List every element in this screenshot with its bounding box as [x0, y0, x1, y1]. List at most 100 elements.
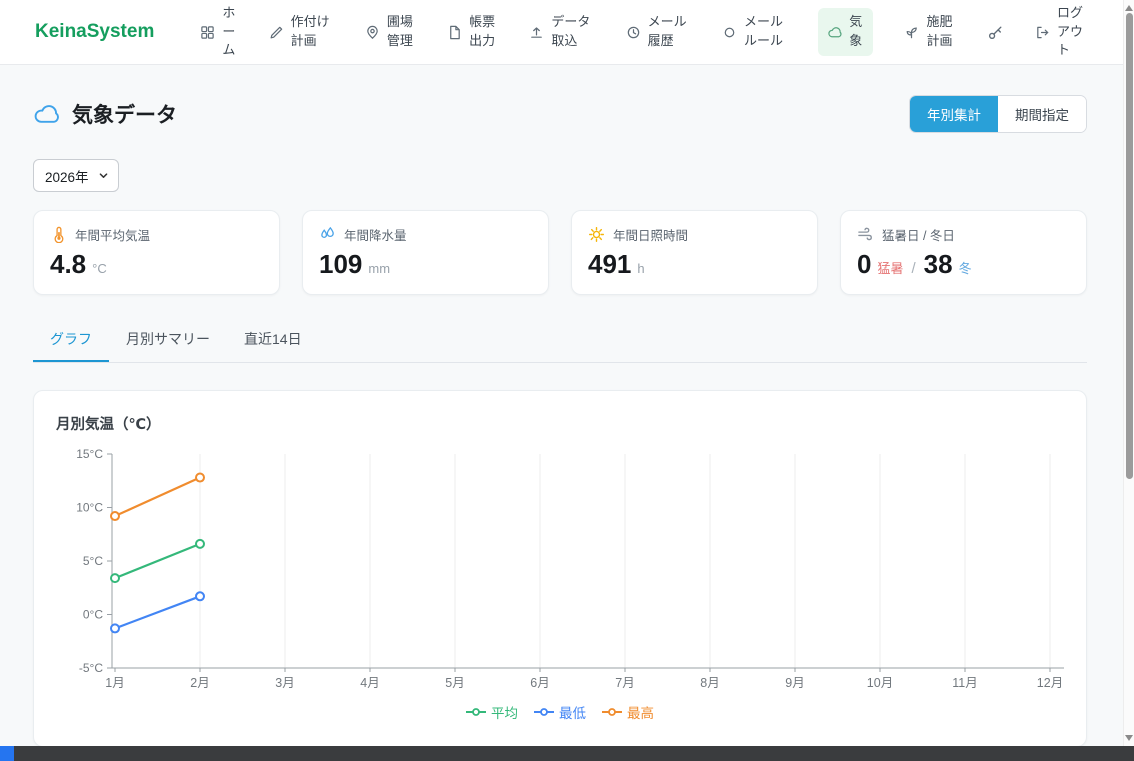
map-pin-icon: [365, 25, 380, 40]
nav-item-password[interactable]: [987, 24, 1004, 41]
year-select[interactable]: 2026年: [33, 159, 119, 192]
wind-icon: [857, 226, 874, 243]
nav-label: メール履歴: [648, 13, 691, 51]
x-tick-label: 3月: [275, 676, 294, 690]
legend-item[interactable]: 平均: [466, 702, 518, 722]
nav-label: ホーム: [222, 4, 237, 61]
vertical-scrollbar[interactable]: [1123, 0, 1134, 746]
stat-value: 491: [588, 249, 631, 280]
sun-icon: [588, 226, 605, 243]
nav-item-home[interactable]: ホーム: [200, 4, 237, 61]
nav-item-mail-rules[interactable]: メールルール: [722, 13, 787, 51]
data-point[interactable]: [196, 592, 204, 600]
stat-label: 年間日照時間: [613, 225, 688, 244]
data-point[interactable]: [196, 540, 204, 548]
nav-label: 作付け計画: [291, 13, 334, 51]
cold-days-value: 38: [924, 249, 953, 280]
page-title-text: 気象データ: [72, 99, 177, 129]
yearly-summary-button[interactable]: 年別集計: [910, 96, 998, 132]
nav-label: メールルール: [744, 13, 787, 51]
data-point[interactable]: [111, 624, 119, 632]
nav-item-data-import[interactable]: データ取込: [529, 13, 594, 51]
scroll-down-arrow[interactable]: [1125, 735, 1133, 741]
app-header: KeinaSystem ホーム 作付け計画 圃場管理 帳票出力 データ取込 メー…: [0, 0, 1134, 65]
cloud-icon: [33, 101, 60, 128]
droplets-icon: [319, 226, 336, 243]
key-icon: [987, 24, 1004, 41]
legend-label: 最低: [559, 702, 586, 722]
legend-item[interactable]: 最低: [534, 702, 586, 722]
legend-marker: [534, 707, 554, 717]
logout-icon: [1035, 25, 1050, 40]
x-tick-label: 8月: [700, 676, 719, 690]
nav-item-fertilization-plan[interactable]: 施肥計画: [904, 13, 955, 51]
legend-item[interactable]: 最高: [602, 702, 654, 722]
stat-unit: °C: [92, 261, 107, 276]
x-tick-label: 2月: [190, 676, 209, 690]
legend-label: 最高: [627, 702, 654, 722]
stat-card-extreme-days: 猛暑日 / 冬日 0 猛暑 / 38 冬: [840, 210, 1087, 295]
stat-card-sunshine: 年間日照時間 491 h: [571, 210, 818, 295]
period-select-button[interactable]: 期間指定: [998, 96, 1086, 132]
stat-unit: h: [637, 261, 644, 276]
page-title: 気象データ: [33, 99, 177, 129]
tab-recent-14-days[interactable]: 直近14日: [227, 320, 319, 362]
hot-days-unit: 猛暑: [877, 258, 903, 277]
legend-label: 平均: [491, 702, 518, 722]
hot-days-value: 0: [857, 249, 871, 280]
series-line-最高: [115, 478, 200, 517]
file-icon: [447, 25, 462, 40]
main-nav: ホーム 作付け計画 圃場管理 帳票出力 データ取込 メール履歴 メールルール: [200, 4, 1108, 61]
series-line-平均: [115, 544, 200, 578]
tab-graph[interactable]: グラフ: [33, 320, 109, 362]
stat-label: 猛暑日 / 冬日: [882, 225, 955, 244]
stat-label: 年間平均気温: [75, 225, 150, 244]
chevron-down-icon: [98, 170, 109, 181]
stat-value: 4.8: [50, 249, 86, 280]
x-tick-label: 6月: [530, 676, 549, 690]
y-tick-label: 15°C: [76, 447, 103, 461]
history-icon: [626, 25, 641, 40]
scroll-up-arrow[interactable]: [1125, 5, 1133, 11]
x-tick-label: 7月: [615, 676, 634, 690]
cloud-icon: [827, 25, 842, 40]
stat-unit: mm: [368, 261, 390, 276]
x-tick-label: 9月: [785, 676, 804, 690]
page-content: 気象データ 年別集計 期間指定 2026年 年間平均気温 4.8 °C 年間降水…: [0, 65, 1134, 747]
nav-item-weather[interactable]: 気象: [818, 8, 873, 56]
chart-legend: 平均 最低 最高: [54, 702, 1066, 722]
horizontal-scrollbar[interactable]: [0, 746, 1134, 761]
brand-logo[interactable]: KeinaSystem: [35, 21, 154, 43]
tab-bar: グラフ 月別サマリー 直近14日: [33, 320, 1087, 363]
separator: /: [911, 260, 915, 277]
dashboard-icon: [200, 25, 215, 40]
nav-item-mail-history[interactable]: メール履歴: [626, 13, 691, 51]
vertical-scrollbar-thumb[interactable]: [1126, 13, 1133, 479]
data-point[interactable]: [111, 512, 119, 520]
data-point[interactable]: [111, 574, 119, 582]
nav-label: ログアウト: [1057, 4, 1086, 61]
nav-label: データ取込: [551, 13, 594, 51]
stat-label: 年間降水量: [344, 225, 407, 244]
nav-item-report-output[interactable]: 帳票出力: [447, 13, 498, 51]
data-point[interactable]: [196, 474, 204, 482]
nav-item-logout[interactable]: ログアウト: [1035, 4, 1086, 61]
legend-marker: [602, 707, 622, 717]
stat-card-avg-temp: 年間平均気温 4.8 °C: [33, 210, 280, 295]
nav-item-field-management[interactable]: 圃場管理: [365, 13, 416, 51]
tab-monthly-summary[interactable]: 月別サマリー: [109, 320, 227, 362]
y-tick-label: 0°C: [83, 608, 103, 622]
horizontal-scrollbar-thumb[interactable]: [0, 746, 14, 761]
nav-label: 気象: [849, 13, 864, 51]
circle-icon: [722, 25, 737, 40]
nav-item-planting-plan[interactable]: 作付け計画: [269, 13, 334, 51]
temperature-chart: 15°C10°C5°C0°C-5°C1月2月3月4月5月6月7月8月9月10月1…: [54, 446, 1068, 696]
pen-icon: [269, 25, 284, 40]
axis: [112, 454, 1064, 668]
year-select-value: 2026年: [45, 166, 89, 186]
x-tick-label: 4月: [360, 676, 379, 690]
sprout-icon: [904, 25, 919, 40]
nav-label: 圃場管理: [387, 13, 416, 51]
y-tick-label: -5°C: [79, 661, 103, 675]
nav-label: 帳票出力: [469, 13, 498, 51]
